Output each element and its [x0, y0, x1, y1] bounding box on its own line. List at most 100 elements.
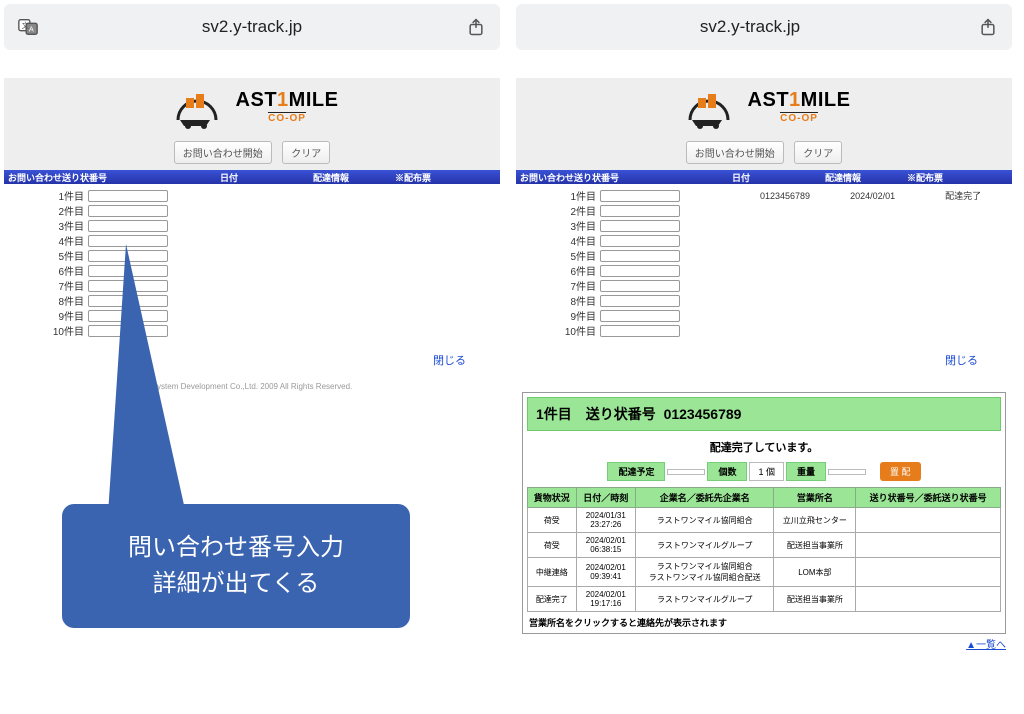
svg-text:A: A	[29, 25, 34, 34]
start-button[interactable]: お問い合わせ開始	[174, 141, 272, 164]
clear-button[interactable]: クリア	[282, 141, 330, 164]
detail-th: 日付／時刻	[576, 488, 635, 508]
url-text[interactable]: sv2.y-track.jp	[42, 17, 462, 37]
address-bar: 文A sv2.y-track.jp	[4, 4, 500, 50]
row-label: 2件目	[564, 203, 600, 218]
callout-box: 問い合わせ番号入力 詳細が出てくる	[62, 504, 410, 628]
tracking-input[interactable]	[600, 190, 680, 202]
logo-icon	[678, 84, 748, 130]
share-icon[interactable]	[974, 13, 1002, 41]
row-label: 6件目	[564, 263, 600, 278]
button-row: お問い合わせ開始 クリア	[4, 137, 500, 170]
detail-cell: 2024/02/01 06:38:15	[576, 533, 635, 558]
share-icon[interactable]	[462, 13, 490, 41]
logo-area: AST1MILE CO-OP	[4, 78, 500, 137]
mini-place-pill[interactable]: 置 配	[880, 462, 921, 481]
detail-cell: 2024/01/31 23:27:26	[576, 508, 635, 533]
tracking-input[interactable]	[600, 205, 680, 217]
tracking-input[interactable]	[88, 205, 168, 217]
detail-th: 送り状番号／委託送り状番号	[856, 488, 1001, 508]
tracking-input[interactable]	[600, 310, 680, 322]
form-row: 5件目	[564, 248, 1012, 263]
detail-tbody: 荷受2024/01/31 23:27:26ラストワンマイル協同組合立川立飛センタ…	[528, 508, 1001, 612]
form-row: 10件目	[564, 323, 1012, 338]
screen-right: sv2.y-track.jp AST1MILE CO-OP	[516, 4, 1012, 651]
detail-box: 1件目 送り状番号 0123456789 配達完了しています。 配達予定 個数 …	[522, 392, 1006, 634]
row-label: 4件目	[52, 233, 88, 248]
detail-cell[interactable]: 配送担当事業所	[774, 587, 856, 612]
detail-cell: ラストワンマイル協同組合	[635, 508, 774, 533]
th-info: 配達情報	[286, 171, 376, 184]
table-header: お問い合わせ送り状番号 日付 配達情報 ※配布票	[4, 170, 500, 184]
tracking-input[interactable]	[600, 235, 680, 247]
screen-left: 文A sv2.y-track.jp AST1MILE CO-OP	[4, 4, 500, 651]
tracking-input[interactable]	[600, 295, 680, 307]
form-row: 8件目	[564, 293, 1012, 308]
mini-kosu-v: 1 個	[749, 462, 784, 481]
form-row: 7件目	[564, 278, 1012, 293]
row-label: 1件目	[52, 188, 88, 203]
mini-yotei-h: 配達予定	[607, 462, 665, 481]
row-label: 4件目	[564, 233, 600, 248]
detail-cell	[856, 508, 1001, 533]
detail-th: 営業所名	[774, 488, 856, 508]
row-label: 2件目	[52, 203, 88, 218]
tracking-input[interactable]	[600, 325, 680, 337]
logo-area: AST1MILE CO-OP	[516, 78, 1012, 137]
tracking-input[interactable]	[88, 190, 168, 202]
detail-cell: 荷受	[528, 508, 577, 533]
detail-cell: 2024/02/01 09:39:41	[576, 558, 635, 587]
logo-text-a: AST	[748, 89, 790, 111]
tracking-input[interactable]	[88, 220, 168, 232]
detail-cell[interactable]: 立川立飛センター	[774, 508, 856, 533]
mini-kosu-h: 個数	[707, 462, 747, 481]
tracking-input[interactable]	[600, 280, 680, 292]
url-text[interactable]: sv2.y-track.jp	[526, 17, 974, 37]
row-label: 6件目	[52, 263, 88, 278]
detail-cell: ラストワンマイルグループ	[635, 587, 774, 612]
detail-cell[interactable]: 配送担当事業所	[774, 533, 856, 558]
detail-row: 荷受2024/01/31 23:27:26ラストワンマイル協同組合立川立飛センタ…	[528, 508, 1001, 533]
row-label: 3件目	[564, 218, 600, 233]
detail-cell: 中継連絡	[528, 558, 577, 587]
detail-cell: ラストワンマイルグループ	[635, 533, 774, 558]
detail-title-prefix: 1件目 送り状番号	[536, 406, 656, 422]
row-label: 8件目	[52, 293, 88, 308]
row-label: 8件目	[564, 293, 600, 308]
list-link[interactable]: ▲一覧へ	[966, 640, 1006, 651]
tracking-input[interactable]	[600, 220, 680, 232]
detail-row: 荷受2024/02/01 06:38:15ラストワンマイルグループ配送担当事業所	[528, 533, 1001, 558]
detail-cell[interactable]: LOM本部	[774, 558, 856, 587]
callout-pointer	[108, 244, 186, 514]
detail-cell: ラストワンマイル協同組合 ラストワンマイル協同組合配送	[635, 558, 774, 587]
th-tracking: お問い合わせ送り状番号	[4, 171, 172, 184]
translate-icon[interactable]: 文A	[14, 13, 42, 41]
close-link[interactable]: 閉じる	[433, 355, 466, 367]
detail-cell: 荷受	[528, 533, 577, 558]
table-header: お問い合わせ送り状番号 日付 配達情報 ※配布票	[516, 170, 1012, 184]
detail-mini-header: 配達予定 個数 1 個 重量 置 配	[527, 459, 1001, 487]
form-row: 4件目	[564, 233, 1012, 248]
row-label: 1件目	[564, 188, 600, 203]
row-label: 7件目	[564, 278, 600, 293]
mini-juryo-v	[828, 469, 866, 475]
tracking-input[interactable]	[600, 265, 680, 277]
logo-icon	[166, 84, 236, 130]
tracking-input[interactable]	[600, 250, 680, 262]
row-label: 7件目	[52, 278, 88, 293]
row-label: 10件目	[564, 323, 600, 338]
detail-cell	[856, 533, 1001, 558]
detail-table: 貨物状況日付／時刻企業名／委託先企業名営業所名送り状番号／委託送り状番号 荷受2…	[527, 487, 1001, 612]
close-link[interactable]: 閉じる	[945, 355, 978, 367]
form-row: 3件目	[52, 218, 500, 233]
start-button[interactable]: お問い合わせ開始	[686, 141, 784, 164]
detail-thead-row: 貨物状況日付／時刻企業名／委託先企業名営業所名送り状番号／委託送り状番号	[528, 488, 1001, 508]
th-slip: ※配布票	[888, 171, 962, 184]
logo-text-b: MILE	[801, 89, 851, 111]
row-date: 2024/02/01	[810, 191, 895, 201]
callout-line2: 詳細が出てくる	[74, 566, 398, 602]
form-row: 9件目	[564, 308, 1012, 323]
th-date: 日付	[172, 171, 286, 184]
detail-cell: 配達完了	[528, 587, 577, 612]
clear-button[interactable]: クリア	[794, 141, 842, 164]
